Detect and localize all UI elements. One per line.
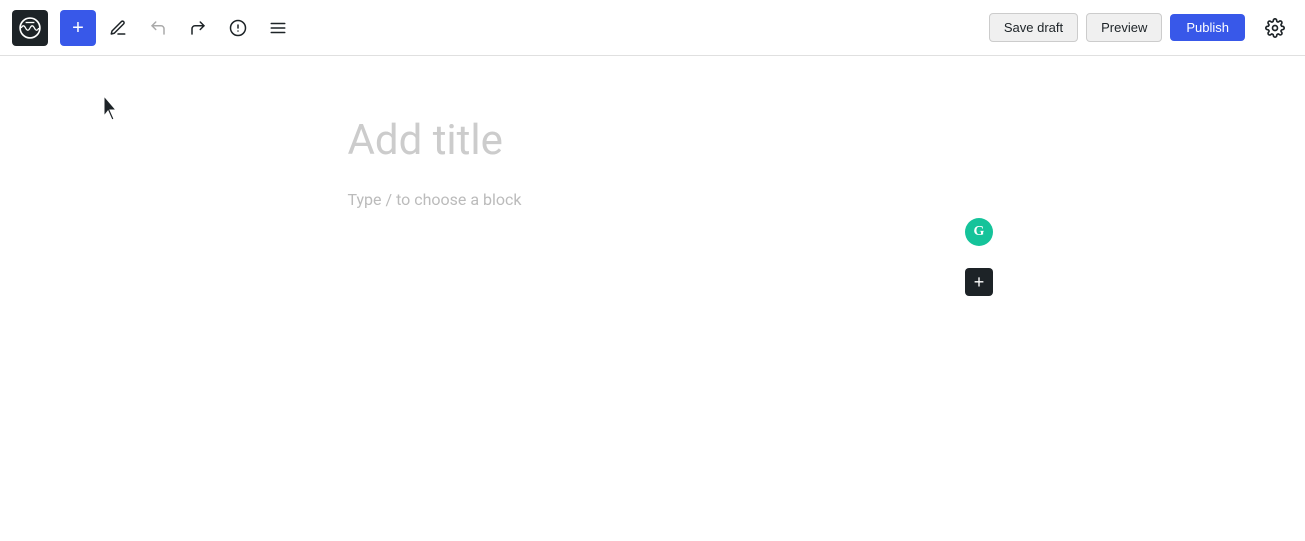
list-view-button[interactable]	[260, 10, 296, 46]
info-icon	[229, 19, 247, 37]
toolbar-right: Save draft Preview Publish	[989, 10, 1293, 46]
title-placeholder[interactable]: Add title	[348, 116, 958, 166]
add-block-button[interactable]: +	[60, 10, 96, 46]
editor-plus-icon: +	[974, 273, 985, 291]
wp-logo[interactable]	[12, 10, 48, 46]
cursor	[100, 94, 120, 122]
editor-add-block-button[interactable]: +	[965, 268, 993, 296]
editor-content: Add title Type / to choose a block	[328, 56, 978, 249]
publish-button[interactable]: Publish	[1170, 14, 1245, 41]
gear-icon	[1265, 18, 1285, 38]
redo-icon	[189, 19, 207, 37]
undo-icon	[149, 19, 167, 37]
redo-button[interactable]	[180, 10, 216, 46]
info-button[interactable]	[220, 10, 256, 46]
tools-button[interactable]	[100, 10, 136, 46]
grammarly-icon[interactable]: G	[965, 218, 993, 246]
plus-icon: +	[72, 18, 84, 38]
list-view-icon	[269, 19, 287, 37]
toolbar: +	[0, 0, 1305, 56]
undo-button[interactable]	[140, 10, 176, 46]
editor-area: Add title Type / to choose a block G +	[0, 56, 1305, 540]
save-draft-button[interactable]: Save draft	[989, 13, 1078, 42]
preview-button[interactable]: Preview	[1086, 13, 1162, 42]
pencil-icon	[109, 19, 127, 37]
block-placeholder[interactable]: Type / to choose a block	[348, 190, 522, 209]
settings-button[interactable]	[1257, 10, 1293, 46]
